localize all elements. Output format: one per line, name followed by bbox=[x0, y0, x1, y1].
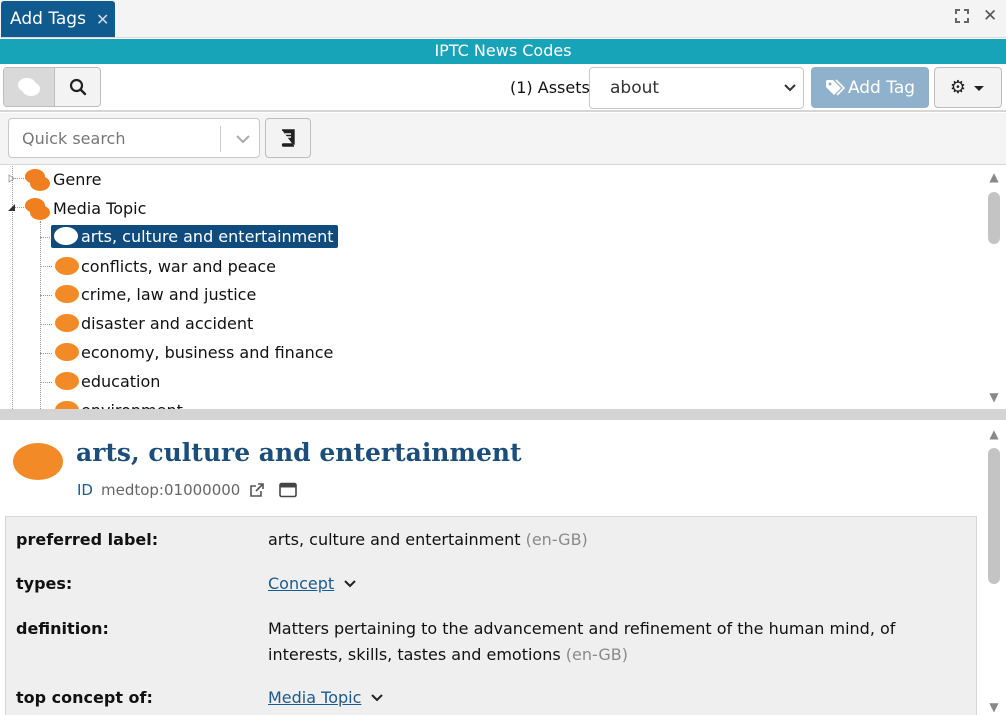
tree-node-label: Genre bbox=[53, 169, 102, 189]
property-row: top concept of: Media Topic bbox=[16, 688, 966, 707]
book-icon bbox=[281, 129, 295, 147]
concept-id-row: ID medtop:01000000 bbox=[77, 481, 298, 499]
quick-search-input[interactable]: Quick search bbox=[8, 118, 260, 158]
property-label: types: bbox=[16, 574, 73, 593]
id-label: ID bbox=[77, 481, 93, 499]
tree-node-child[interactable]: arts, culture and entertainment bbox=[51, 223, 338, 249]
property-value: Concept bbox=[268, 571, 928, 597]
tree-node-label: Media Topic bbox=[53, 198, 147, 218]
tree-node-label: environment bbox=[81, 401, 183, 410]
scroll-up-icon[interactable]: ▲ bbox=[986, 170, 1002, 184]
relation-select[interactable]: about bbox=[589, 67, 804, 109]
add-tag-label: Add Tag bbox=[847, 77, 916, 98]
tree-node-label: disaster and accident bbox=[81, 313, 254, 333]
property-label: preferred label: bbox=[16, 530, 159, 549]
vocabulary-title: IPTC News Codes bbox=[0, 39, 1006, 64]
tree-node-media-topic[interactable]: Media Topic bbox=[25, 195, 146, 221]
settings-dropdown-button[interactable]: ⚙ bbox=[934, 67, 1002, 108]
chevron-down-icon[interactable] bbox=[235, 127, 251, 155]
blob-icon bbox=[55, 285, 79, 303]
concept-tree: Genre Media Topic arts, culture and ente… bbox=[0, 166, 1006, 409]
blob-icon bbox=[54, 227, 78, 245]
language-tag: (en-GB) bbox=[565, 645, 628, 664]
language-tag: (en-GB) bbox=[525, 530, 588, 549]
blob-icon bbox=[55, 401, 79, 409]
scrollbar-thumb[interactable] bbox=[988, 192, 1000, 244]
property-value: arts, culture and entertainment (en-GB) bbox=[268, 527, 928, 553]
add-tag-button[interactable]: Add Tag bbox=[811, 67, 929, 108]
property-label: definition: bbox=[16, 619, 109, 638]
tab-close-icon[interactable]: ✕ bbox=[96, 10, 109, 29]
divider bbox=[220, 126, 221, 152]
tree-node-label: arts, culture and entertainment bbox=[81, 226, 334, 246]
property-value: Matters pertaining to the advancement an… bbox=[268, 616, 928, 668]
blob-icon bbox=[25, 196, 51, 220]
search-button[interactable] bbox=[54, 68, 100, 106]
add-tags-window: Add Tags ✕ ✕ IPTC News Codes (1) Assets … bbox=[0, 0, 1006, 715]
window-close-icon[interactable]: ✕ bbox=[983, 6, 997, 26]
tree-node-child[interactable]: crime, law and justice bbox=[55, 281, 256, 307]
scroll-down-icon[interactable]: ▼ bbox=[986, 390, 1002, 404]
relation-select-value: about bbox=[610, 78, 660, 98]
blob-icon bbox=[55, 372, 79, 390]
tree-node-label: crime, law and justice bbox=[81, 284, 257, 304]
tab-add-tags[interactable]: Add Tags ✕ bbox=[1, 1, 115, 37]
property-row: types: Concept bbox=[16, 574, 966, 593]
concept-link[interactable]: Media Topic bbox=[268, 688, 361, 707]
blob-icon bbox=[55, 314, 79, 332]
value-text: arts, culture and entertainment bbox=[268, 530, 521, 549]
scrollbar-thumb[interactable] bbox=[988, 448, 1000, 584]
toolbar: (1) Assets about Add Tag ⚙ bbox=[0, 64, 1006, 112]
property-row: definition: Matters pertaining to the ad… bbox=[16, 619, 966, 664]
detail-scrollbar[interactable]: ▲ ▼ bbox=[986, 420, 1002, 715]
chevron-down-icon[interactable] bbox=[370, 693, 384, 703]
concept-link[interactable]: Concept bbox=[268, 574, 334, 593]
blob-icon bbox=[13, 443, 63, 480]
tab-bar: Add Tags ✕ ✕ bbox=[0, 0, 1006, 38]
tree-node-label: conflicts, war and peace bbox=[81, 256, 277, 276]
properties-table: preferred label: arts, culture and enter… bbox=[5, 516, 977, 715]
external-link-icon[interactable] bbox=[249, 482, 265, 498]
selected-node: arts, culture and entertainment bbox=[51, 224, 338, 248]
tree-node-label: economy, business and finance bbox=[81, 342, 334, 362]
window-icon[interactable] bbox=[279, 482, 298, 498]
concept-view-button[interactable] bbox=[4, 68, 55, 106]
property-row: preferred label: arts, culture and enter… bbox=[16, 530, 966, 549]
scroll-up-icon[interactable]: ▲ bbox=[986, 427, 1002, 441]
assets-count: (1) Assets bbox=[510, 78, 590, 97]
tree-node-child[interactable]: economy, business and finance bbox=[55, 339, 333, 365]
tree-node-child[interactable]: conflicts, war and peace bbox=[55, 253, 276, 279]
quick-search-placeholder: Quick search bbox=[22, 129, 126, 148]
gear-icon: ⚙ bbox=[949, 77, 967, 98]
blob-icon bbox=[55, 343, 79, 361]
tab-label: Add Tags bbox=[10, 9, 86, 29]
expanded-triangle-icon bbox=[8, 204, 15, 211]
collapsed-triangle-icon bbox=[8, 174, 15, 183]
caret-down-icon bbox=[974, 85, 985, 91]
search-row: Quick search bbox=[0, 113, 1006, 165]
tree-node-child[interactable]: education bbox=[55, 368, 160, 394]
scroll-down-icon[interactable]: ▼ bbox=[986, 700, 1002, 714]
concept-title: arts, culture and entertainment bbox=[76, 438, 522, 467]
property-value: Media Topic bbox=[268, 685, 928, 711]
tags-icon bbox=[825, 78, 845, 96]
view-toggle-group bbox=[3, 67, 101, 107]
tree-scrollbar[interactable]: ▲ ▼ bbox=[986, 166, 1002, 409]
pane-splitter[interactable] bbox=[0, 409, 1006, 420]
book-button[interactable] bbox=[265, 118, 311, 158]
property-label: top concept of: bbox=[16, 688, 153, 707]
search-icon bbox=[69, 78, 86, 96]
blob-icon bbox=[55, 257, 79, 275]
tree-node-child[interactable]: environment bbox=[55, 397, 183, 409]
blob-icon bbox=[18, 78, 41, 96]
blob-icon bbox=[25, 167, 51, 191]
chevron-down-icon[interactable] bbox=[343, 579, 357, 589]
tree-node-genre[interactable]: Genre bbox=[25, 166, 101, 192]
tree-node-label: education bbox=[81, 371, 161, 391]
id-value: medtop:01000000 bbox=[100, 481, 241, 499]
maximize-icon[interactable] bbox=[955, 8, 969, 28]
concept-detail: arts, culture and entertainment ID medto… bbox=[0, 420, 1006, 715]
tree-node-child[interactable]: disaster and accident bbox=[55, 310, 253, 336]
